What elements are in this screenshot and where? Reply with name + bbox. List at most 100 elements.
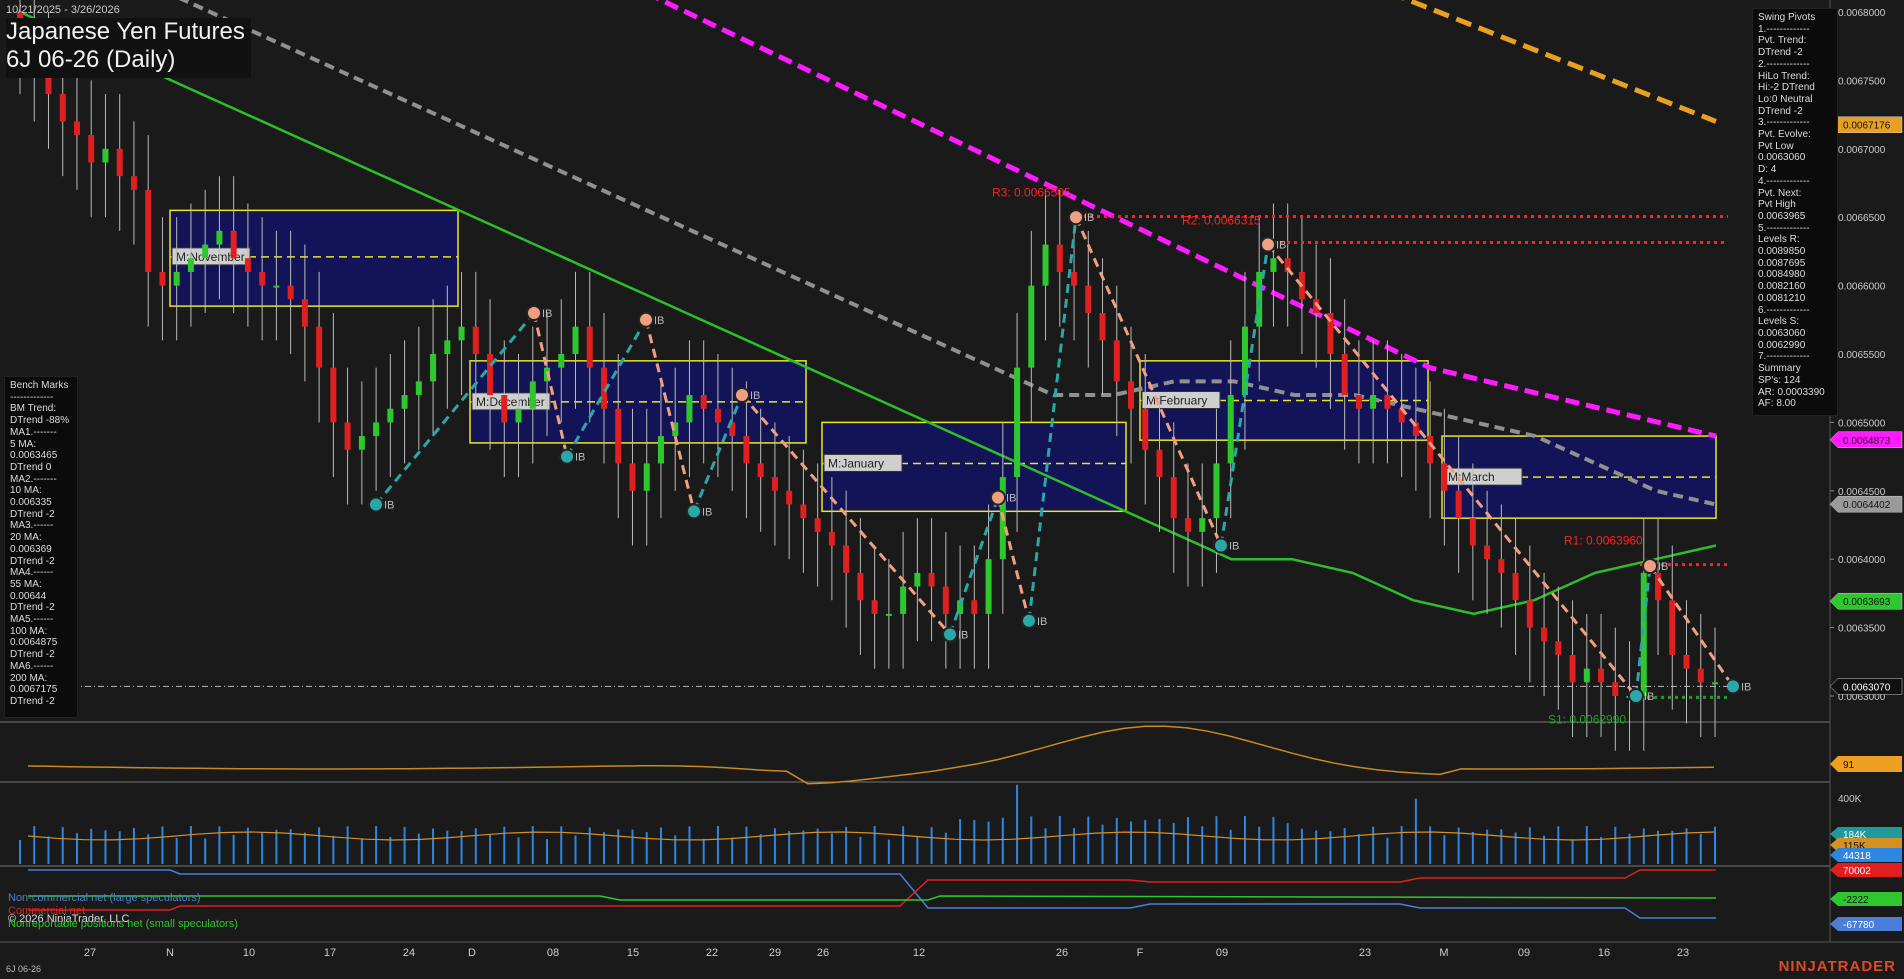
candle-body <box>1484 545 1491 560</box>
candle-body <box>657 436 664 464</box>
month-label-text: M:March <box>1448 470 1495 484</box>
candle-body <box>857 572 864 601</box>
x-tick-label: 23 <box>1359 947 1371 959</box>
swing-point-label: IB <box>958 629 968 641</box>
bench-marks-line: 20 MA: <box>10 532 42 544</box>
pivot-level-label: R2: 0.0066315 <box>1182 214 1261 228</box>
candle-body <box>743 436 750 464</box>
price-label: 0.0063070 <box>1829 678 1903 695</box>
volume-value-label: 44318 <box>1830 848 1902 862</box>
bench-marks-line: 0.006369 <box>10 543 52 555</box>
candle-body <box>1455 490 1462 519</box>
candle-body <box>1170 477 1177 519</box>
price-label-text: 0.0064873 <box>1843 436 1891 447</box>
x-tick-label: 09 <box>1216 947 1228 959</box>
candle-body <box>1469 518 1476 546</box>
date-range: 10/21/2025 - 3/26/2026 <box>6 4 120 16</box>
candle-body <box>814 518 821 532</box>
candle-body <box>786 490 793 505</box>
swing-pivots-line: Lo:0 Neutral <box>1758 93 1813 105</box>
bench-marks-panel: Bench Marks ------------- BM Trend: DTrend … <box>4 376 78 718</box>
candle-body <box>501 395 508 423</box>
candle-body <box>885 613 892 616</box>
swing-pivots-line: 5.------------- <box>1758 222 1810 234</box>
x-tick-label: 10 <box>243 947 255 959</box>
cot-value-label: -67780 <box>1830 917 1902 931</box>
bench-marks-line: DTrend -2 <box>10 649 55 661</box>
bench-marks-line: DTrend 0 <box>10 461 52 473</box>
candle-body <box>358 436 365 450</box>
candle-body <box>1655 572 1662 601</box>
candle-body <box>1142 408 1149 450</box>
bench-marks-line: MA1.------- <box>10 426 57 438</box>
candle-body <box>1128 381 1135 409</box>
bench-marks-line: MA5.------ <box>10 614 54 626</box>
y-tick-label: 0.0068000 <box>1838 8 1886 19</box>
candle-body <box>1598 668 1605 683</box>
candle-body <box>415 381 422 396</box>
swing-pivots-line: D: 4 <box>1758 164 1777 176</box>
month-label: M:December <box>471 392 551 411</box>
candle-body <box>487 354 494 396</box>
swing-pivots-line: Levels R: <box>1758 234 1800 246</box>
candle-body <box>1498 559 1505 573</box>
ma200-line <box>1401 0 1717 124</box>
bench-marks-line: Bench Marks <box>10 380 69 391</box>
swing-pivots-line: SP's: 124 <box>1758 374 1801 386</box>
cot-label-text: -67780 <box>1843 920 1875 931</box>
x-tick-label: 09 <box>1518 947 1530 959</box>
oscillator-label-bg <box>1830 756 1902 772</box>
chart-title-box: Japanese Yen Futures 6J 06-26 (Daily) <box>6 18 251 78</box>
candle-body <box>1270 258 1277 272</box>
legend-nonreportable: Nonreportable positions net (small specu… <box>8 918 238 930</box>
y-tick-label: 0.0067000 <box>1838 145 1886 156</box>
month-label-text: M:January <box>828 456 884 470</box>
x-tick-label: 29 <box>769 947 781 959</box>
candle-body <box>173 271 180 286</box>
candle-body <box>1227 395 1234 464</box>
swing-point-label: IB <box>702 506 712 518</box>
candle-body <box>130 176 137 190</box>
bench-marks-line: 0.00644 <box>10 590 47 602</box>
candle-body <box>316 326 323 368</box>
swing-pivots-line: 0.0082160 <box>1758 281 1806 293</box>
candle-body <box>615 408 622 464</box>
candle-body <box>572 326 579 354</box>
swing-point-label: IB <box>1644 691 1654 703</box>
swing-pivots-line: 0.0089850 <box>1758 246 1806 258</box>
bench-marks-line: 0.0063465 <box>10 450 58 462</box>
swing-pivots-line: AF: 8.00 <box>1758 398 1796 410</box>
candle-body <box>430 354 437 382</box>
bench-marks-line: DTrend -2 <box>10 555 55 567</box>
candle-body <box>1028 285 1035 368</box>
oscillator-label-text: 91 <box>1843 760 1855 771</box>
candle-body <box>800 504 807 519</box>
swing-pivots-panel: Swing Pivots 1.------------- Pvt. Trend: DT… <box>1752 8 1838 416</box>
swing-point-label: IB <box>1658 561 1668 573</box>
candle-body <box>900 586 907 614</box>
price-chart[interactable]: 0.0068000 0.0067500 0.0067000 0.0066500 0.00… <box>0 0 1904 979</box>
swing-pivots-line: Pvt Low <box>1758 140 1794 152</box>
swing-point-label: IB <box>1037 616 1047 628</box>
candle-body <box>1199 518 1206 532</box>
candle-body <box>1697 668 1704 683</box>
bench-marks-line: MA6.------ <box>10 660 54 672</box>
swing-point-marker <box>1068 209 1084 226</box>
x-tick-label: N <box>166 947 174 959</box>
candle-body <box>187 258 194 272</box>
candle-body <box>73 121 80 136</box>
oscillator-line <box>27 725 1715 785</box>
candle-body <box>145 189 152 272</box>
swing-pivots-line: Swing Pivots <box>1758 12 1816 23</box>
y-tick-label: 0.0066000 <box>1838 282 1886 293</box>
swing-point-marker <box>559 448 575 465</box>
y-tick-label: 0.0063500 <box>1838 624 1886 635</box>
candle-body <box>202 244 209 259</box>
candle-body <box>971 600 978 614</box>
swing-point-label: IB <box>575 452 585 464</box>
swing-pivots-line: 0.0087695 <box>1758 257 1806 269</box>
ninjatrader-logo: NINJATRADER <box>1778 958 1896 975</box>
candle-body <box>529 381 536 409</box>
candle-body <box>1526 600 1533 628</box>
candle-body <box>1669 600 1676 655</box>
